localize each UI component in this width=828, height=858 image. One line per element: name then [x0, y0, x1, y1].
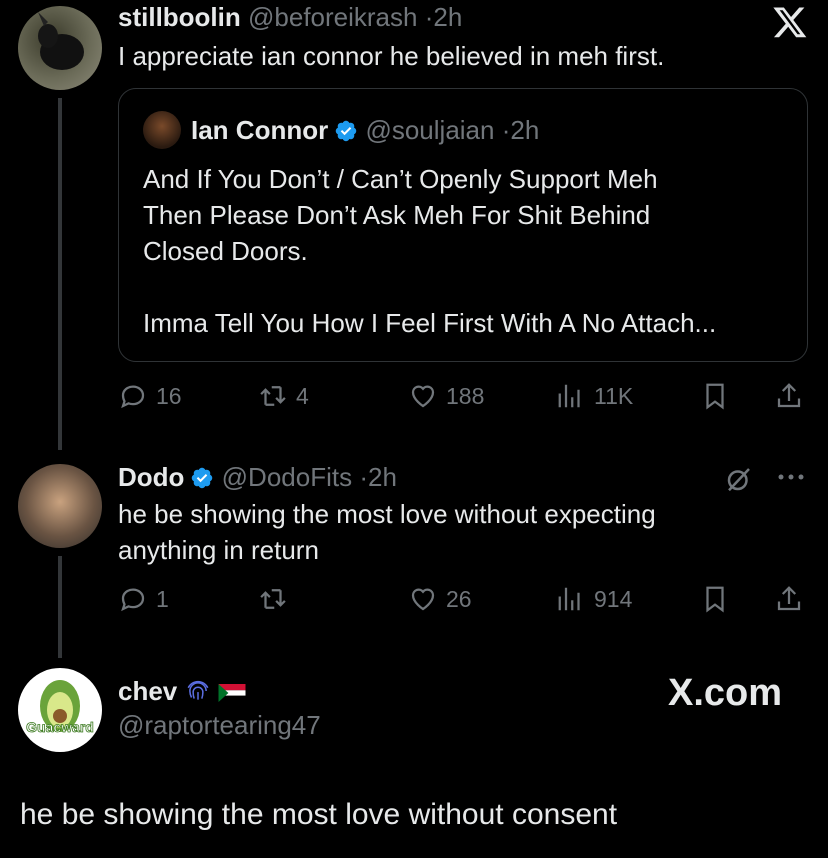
heart-icon — [411, 588, 435, 611]
heart-icon — [411, 385, 435, 408]
share-button[interactable] — [774, 381, 804, 411]
handle-text: @raptortearing47 — [118, 710, 321, 740]
views-button[interactable]: 11K — [556, 381, 633, 411]
repost-button[interactable]: 4 — [258, 381, 309, 411]
like-button[interactable]: 26 — [408, 584, 472, 614]
bookmark-icon — [706, 383, 724, 410]
quote-text-line: Imma Tell You How I Feel First With A No… — [143, 308, 717, 338]
reply-icon — [121, 385, 145, 409]
watermark: X.com — [668, 672, 783, 714]
like-button[interactable]: 188 — [408, 381, 484, 411]
flag-icon — [218, 684, 246, 702]
tweet-text-line: anything in return — [118, 535, 319, 565]
thread-line — [58, 556, 62, 658]
display-name[interactable]: Dodo — [118, 462, 184, 492]
bookmark-icon — [706, 586, 724, 613]
like-count: 26 — [446, 585, 472, 612]
like-count: 188 — [446, 382, 485, 409]
repost-icon — [260, 386, 286, 406]
bookmark-button[interactable] — [700, 381, 730, 411]
grok-icon[interactable] — [724, 464, 754, 494]
repost-button[interactable] — [258, 584, 296, 614]
share-icon — [777, 586, 801, 611]
more-options-icon[interactable] — [776, 470, 806, 484]
reply-button[interactable]: 1 — [118, 584, 169, 614]
quote-text-line: And If You Don’t / Can’t Openly Support … — [143, 164, 658, 194]
thread-line — [58, 98, 62, 450]
handle[interactable]: @DodoFits — [222, 462, 352, 492]
avatar[interactable]: Guacward — [18, 668, 102, 752]
share-icon — [777, 383, 801, 408]
repost-count: 4 — [296, 382, 309, 409]
timestamp[interactable]: 2h — [433, 2, 462, 32]
views-count: 11K — [594, 382, 634, 409]
handle: @souljaian — [365, 115, 495, 145]
tweet-header: chev — [118, 676, 246, 707]
tweet-header: Dodo @DodoFits ·2h — [118, 462, 397, 493]
tweet-text-line: he be showing the most love without expe… — [118, 499, 656, 529]
x-logo-icon — [772, 4, 808, 40]
avatar[interactable] — [18, 6, 102, 90]
display-name[interactable]: chev — [118, 676, 177, 706]
share-button[interactable] — [774, 584, 804, 614]
reply-count: 1 — [156, 585, 169, 612]
separator: · — [359, 462, 368, 492]
bookmark-button[interactable] — [700, 584, 730, 614]
avatar — [143, 111, 181, 149]
display-name: Ian Connor — [191, 115, 329, 145]
verified-badge-icon — [192, 467, 213, 489]
quote-text-line: Then Please Don’t Ask Meh For Shit Behin… — [143, 200, 651, 230]
tweet-header: stillboolin @beforeikrash ·2h — [118, 2, 462, 33]
avatar[interactable] — [18, 464, 102, 548]
tweet-text: I appreciate ian connor he believed in m… — [118, 41, 665, 71]
quoted-tweet[interactable]: Ian Connor @souljaian ·2h And If You Don… — [118, 88, 808, 362]
handle[interactable]: @beforeikrash — [248, 2, 417, 32]
views-button[interactable]: 914 — [556, 584, 632, 614]
reply-button[interactable]: 16 — [118, 381, 182, 411]
fingerprint-icon — [187, 680, 208, 700]
quote-text-line: Closed Doors. — [143, 236, 308, 266]
views-count: 914 — [594, 585, 633, 612]
reply-icon — [121, 588, 145, 612]
tweet-text: he be showing the most love without cons… — [20, 798, 618, 831]
repost-icon — [260, 589, 286, 609]
quote-header: Ian Connor @souljaian ·2h — [191, 115, 539, 146]
reply-count: 16 — [156, 382, 182, 409]
display-name[interactable]: stillboolin — [118, 2, 241, 32]
timestamp: 2h — [510, 115, 540, 145]
avatar-text: Guacward — [26, 719, 94, 735]
views-icon — [558, 587, 580, 611]
views-icon — [558, 384, 580, 408]
timestamp[interactable]: 2h — [368, 462, 397, 492]
verified-badge-icon — [335, 120, 357, 142]
